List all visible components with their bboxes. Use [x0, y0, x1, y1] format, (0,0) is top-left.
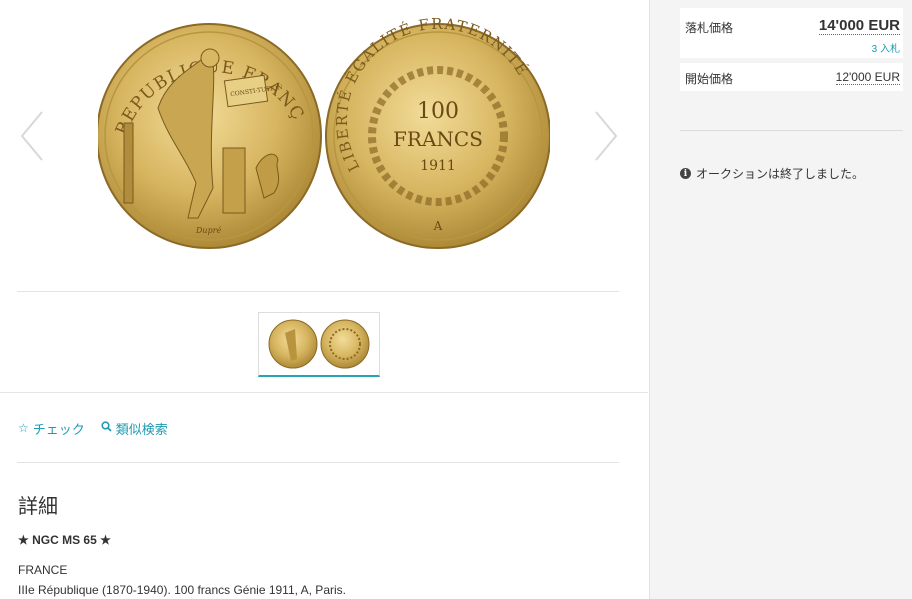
coin-reverse: LIBERTÉ ÉGALITÉ FRATERNITÉ 100 FRANCS 19…	[325, 18, 550, 249]
obverse-signature: Dupré	[195, 226, 222, 235]
chevron-right-icon	[595, 111, 618, 161]
previous-image-button[interactable]	[18, 108, 46, 164]
chevron-left-icon	[20, 111, 43, 161]
reverse-year: 1911	[420, 158, 456, 174]
start-price-label: 開始価格	[685, 72, 734, 86]
image-gallery: REPUBLIQUE FRANÇAISE CONSTI-TUTION Dupré	[0, 0, 648, 393]
grade-text: ★ NGC MS 65 ★	[18, 533, 111, 547]
star-outline-icon: ☆	[18, 421, 29, 435]
start-price-box: 開始価格 12'000 EUR	[680, 63, 903, 91]
coin-obverse: REPUBLIQUE FRANÇAISE CONSTI-TUTION Dupré	[98, 18, 322, 249]
info-icon: i	[680, 168, 691, 179]
item-description: IIIe République (1870-1940). 100 francs …	[18, 583, 346, 597]
reverse-currency: FRANCS	[393, 127, 483, 151]
watch-button[interactable]: ☆ チェック	[18, 418, 85, 438]
gallery-divider	[17, 291, 619, 292]
watch-label: チェック	[32, 421, 85, 437]
similar-search-label: 類似検索	[115, 421, 168, 437]
hammer-price-box: 落札価格 14'000 EUR 3 入札	[680, 8, 903, 58]
coin-main-image[interactable]: REPUBLIQUE FRANÇAISE CONSTI-TUTION Dupré	[98, 18, 550, 254]
reverse-mintmark: A	[433, 219, 443, 233]
panel-divider	[680, 130, 903, 131]
search-icon	[101, 421, 112, 435]
reverse-value: 100	[417, 99, 459, 124]
auction-status: i オークションは終了しました。	[680, 165, 864, 182]
auction-panel: 落札価格 14'000 EUR 3 入札 開始価格 12'000 EUR i オ…	[649, 0, 912, 599]
next-image-button[interactable]	[592, 108, 620, 164]
country-text: FRANCE	[18, 563, 68, 577]
similar-search-button[interactable]: 類似検索	[101, 418, 168, 438]
auction-status-text: オークションは終了しました。	[696, 167, 865, 181]
coin-thumbnail[interactable]	[258, 312, 380, 377]
bid-count-link[interactable]: 3 入札	[872, 40, 900, 55]
start-price-value[interactable]: 12'000 EUR	[835, 70, 900, 85]
detail-heading: 詳細	[18, 496, 58, 518]
main-column: REPUBLIQUE FRANÇAISE CONSTI-TUTION Dupré	[0, 0, 648, 599]
actions-divider	[17, 462, 619, 463]
item-actions: ☆ チェック 類似検索	[18, 418, 168, 438]
hammer-price-label: 落札価格	[685, 21, 734, 35]
hammer-price-value[interactable]: 14'000 EUR	[818, 17, 900, 35]
